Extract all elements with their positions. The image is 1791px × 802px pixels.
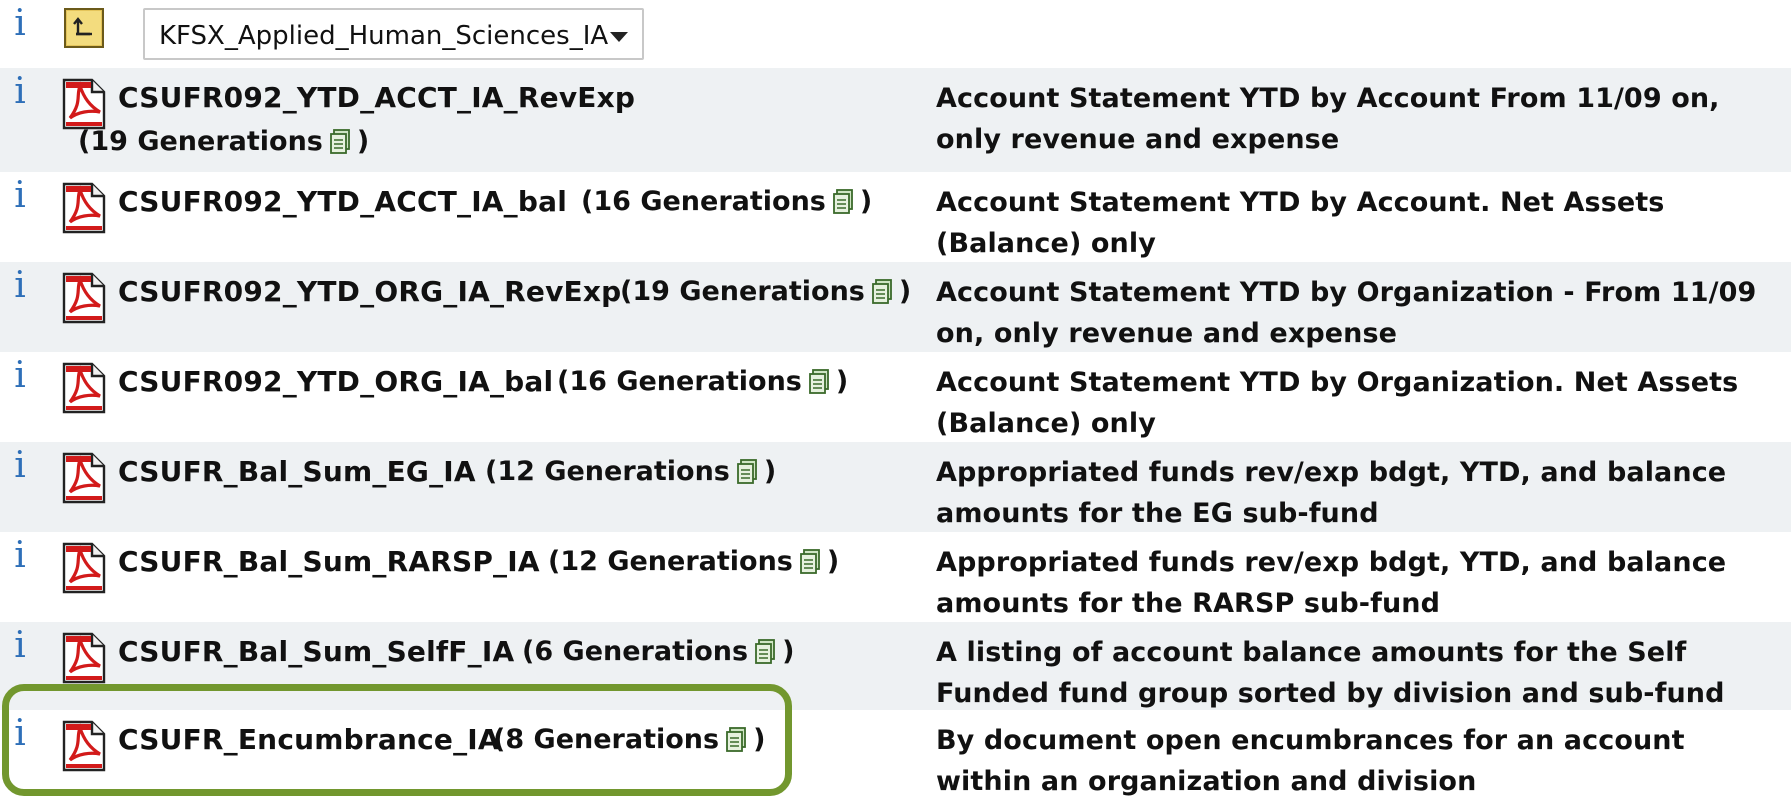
pdf-icon[interactable] [60, 362, 108, 414]
generations-link[interactable]: (19 Generations ) [78, 122, 369, 167]
generations-count: (8 Generations [493, 724, 720, 755]
generations-count: (12 Generations [548, 546, 793, 577]
generations-count: (16 Generations [581, 186, 826, 217]
report-name-link[interactable]: CSUFR092_YTD_ORG_IA_bal [118, 362, 553, 402]
report-description: Account Statement YTD by Organization. N… [936, 367, 1739, 439]
report-name-link[interactable]: CSUFR_Encumbrance_IA [118, 720, 500, 760]
report-description: By document open encumbrances for an acc… [936, 725, 1685, 797]
generations-close: ) [859, 186, 873, 217]
generations-close: ) [835, 366, 849, 397]
folder-select[interactable]: KFSX_Applied_Human_Sciences_IA [143, 8, 644, 60]
info-icon[interactable]: i [10, 716, 30, 752]
pdf-icon[interactable] [60, 272, 108, 324]
pdf-icon[interactable] [60, 452, 108, 504]
generations-link[interactable]: (6 Generations ) [522, 632, 794, 677]
info-icon[interactable]: i [10, 538, 30, 574]
toolbar-row: i KFSX_Applied_Human_Sciences_IA [0, 0, 1791, 68]
report-description: Appropriated funds rev/exp bdgt, YTD, an… [936, 457, 1727, 529]
generations-close: ) [782, 636, 795, 667]
report-row: i CSUFR_Bal_Sum_RARSP_IA (12 Generations… [0, 532, 1791, 622]
report-description: A listing of account balance amounts for… [936, 637, 1725, 709]
report-description: Account Statement YTD by Account. Net As… [936, 187, 1665, 259]
report-row: i CSUFR092_YTD_ACCT_IA_RevExp (19 Genera… [0, 68, 1791, 172]
report-description: Account Statement YTD by Account From 11… [936, 83, 1720, 155]
report-name-link[interactable]: CSUFR092_YTD_ACCT_IA_RevExp [118, 78, 635, 118]
generations-close: ) [356, 126, 370, 157]
generations-icon [808, 367, 830, 407]
info-icon[interactable]: i [10, 448, 30, 484]
report-description: Appropriated funds rev/exp bdgt, YTD, an… [936, 547, 1727, 619]
generations-link[interactable]: (12 Generations ) [548, 542, 839, 587]
report-row: i CSUFR092_YTD_ACCT_IA_bal (16 Generatio… [0, 172, 1791, 262]
info-icon[interactable]: i [10, 628, 30, 664]
generations-count: (19 Generations [78, 126, 323, 157]
generations-close: ) [763, 456, 777, 487]
report-row: i CSUFR_Encumbrance_IA (8 Generations ) … [0, 710, 1791, 798]
generations-count: (19 Generations [620, 276, 865, 307]
report-description: Account Statement YTD by Organization - … [936, 277, 1757, 349]
report-name-link[interactable]: CSUFR092_YTD_ACCT_IA_bal [118, 182, 567, 222]
folder-up-icon[interactable] [64, 8, 104, 48]
folder-select-value: KFSX_Applied_Human_Sciences_IA [159, 21, 609, 51]
generations-icon [832, 187, 854, 227]
report-row: i CSUFR_Bal_Sum_EG_IA (12 Generations ) … [0, 442, 1791, 532]
report-row: i CSUFR_Bal_Sum_SelfF_IA (6 Generations … [0, 622, 1791, 710]
generations-close: ) [898, 276, 912, 307]
generations-count: (6 Generations [522, 636, 749, 667]
report-row: i CSUFR092_YTD_ORG_IA_bal (16 Generation… [0, 352, 1791, 442]
generations-link[interactable]: (12 Generations ) [485, 452, 776, 497]
generations-count: (12 Generations [485, 456, 730, 487]
pdf-icon[interactable] [60, 542, 108, 594]
info-icon[interactable]: i [10, 6, 30, 42]
generations-link[interactable]: (8 Generations ) [493, 720, 765, 765]
generations-icon [725, 725, 747, 765]
report-name-link[interactable]: CSUFR_Bal_Sum_RARSP_IA [118, 542, 540, 582]
generations-link[interactable]: (16 Generations ) [557, 362, 848, 407]
info-icon[interactable]: i [10, 74, 30, 110]
report-name-link[interactable]: CSUFR_Bal_Sum_SelfF_IA [118, 632, 514, 672]
info-icon[interactable]: i [10, 178, 30, 214]
generations-close: ) [826, 546, 840, 577]
generations-link[interactable]: (19 Generations ) [620, 272, 911, 317]
generations-icon [799, 547, 821, 587]
info-icon[interactable]: i [10, 268, 30, 304]
report-name-link[interactable]: CSUFR_Bal_Sum_EG_IA [118, 452, 476, 492]
pdf-icon[interactable] [60, 720, 108, 772]
report-name-link[interactable]: CSUFR092_YTD_ORG_IA_RevExp [118, 272, 621, 312]
generations-icon [754, 637, 776, 677]
chevron-down-icon [610, 32, 628, 42]
generations-link[interactable]: (16 Generations ) [581, 182, 872, 227]
generations-icon [736, 457, 758, 497]
report-row: i CSUFR092_YTD_ORG_IA_RevExp (19 Generat… [0, 262, 1791, 352]
generations-icon [329, 127, 351, 167]
pdf-icon[interactable] [60, 632, 108, 684]
pdf-icon[interactable] [60, 182, 108, 234]
generations-icon [871, 277, 893, 317]
generations-close: ) [753, 724, 766, 755]
generations-count: (16 Generations [557, 366, 802, 397]
info-icon[interactable]: i [10, 358, 30, 394]
